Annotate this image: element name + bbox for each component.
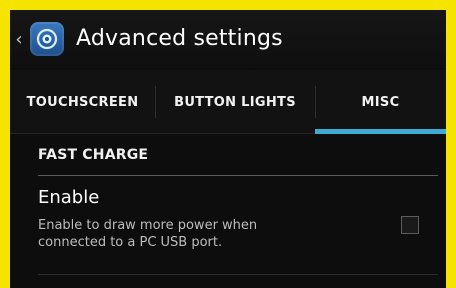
action-bar: ‹ Advanced settings bbox=[10, 10, 446, 68]
tab-misc[interactable]: MISC bbox=[315, 70, 446, 134]
preference-title: Enable bbox=[38, 187, 100, 208]
page-title: Advanced settings bbox=[76, 26, 283, 51]
chevron-left-icon[interactable]: ‹ bbox=[12, 10, 26, 68]
settings-target-glyph bbox=[36, 28, 58, 50]
fast-charge-preference-row[interactable]: Enable Enable to draw more power when co… bbox=[38, 188, 438, 270]
section-title: FAST CHARGE bbox=[38, 147, 149, 163]
tab-button-lights[interactable]: BUTTON LIGHTS bbox=[155, 70, 315, 134]
preference-divider bbox=[38, 274, 438, 275]
settings-target-icon[interactable] bbox=[30, 22, 64, 56]
tab-bar: TOUCHSCREEN BUTTON LIGHTS MISC bbox=[10, 70, 446, 134]
screenshot-frame: ‹ Advanced settings TOUCHSCREEN BUTTON L… bbox=[0, 0, 456, 288]
app-screen: ‹ Advanced settings TOUCHSCREEN BUTTON L… bbox=[10, 10, 446, 288]
enable-checkbox[interactable] bbox=[401, 216, 419, 234]
preference-summary: Enable to draw more power when connected… bbox=[38, 218, 258, 250]
section-divider bbox=[38, 175, 438, 176]
tab-touchscreen[interactable]: TOUCHSCREEN bbox=[10, 70, 155, 134]
